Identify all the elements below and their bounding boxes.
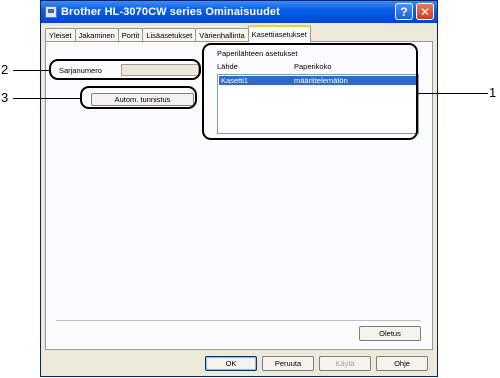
cancel-button[interactable]: Peruuta: [262, 356, 314, 371]
tab-tray-settings[interactable]: Kasettiasetukset: [247, 25, 311, 42]
callout-box-autodetect: [80, 86, 197, 109]
divider: [56, 320, 421, 321]
ok-button[interactable]: OK: [205, 356, 257, 371]
callout-number-3: 3: [1, 90, 9, 105]
tab-sharing[interactable]: Jakaminen: [74, 28, 119, 42]
callout-line-1: [418, 93, 488, 94]
callout-line-3: [13, 98, 80, 99]
callout-box-serial: [49, 59, 201, 80]
help-button[interactable]: Ohje: [376, 356, 428, 371]
tab-ports[interactable]: Portit: [117, 28, 144, 42]
tab-color-management[interactable]: Värienhallinta: [195, 28, 249, 42]
title-bar: Brother HL-3070CW series Ominaisuudet ? …: [41, 1, 437, 23]
tab-advanced[interactable]: Lisäasetukset: [142, 28, 197, 42]
callout-line-2: [13, 70, 49, 71]
defaults-button[interactable]: Oletus: [359, 326, 421, 341]
callout-box-paper-source: [202, 43, 418, 140]
apply-button[interactable]: Käytä: [319, 356, 371, 371]
tab-strip: Yleiset Jakaminen Portit Lisäasetukset V…: [45, 25, 311, 42]
callout-number-2: 2: [1, 62, 9, 77]
callout-number-1: 1: [489, 85, 497, 100]
tab-general[interactable]: Yleiset: [45, 28, 76, 42]
help-title-button[interactable]: ?: [395, 3, 413, 20]
window-title: Brother HL-3070CW series Ominaisuudet: [61, 6, 280, 18]
close-button[interactable]: ✕: [416, 3, 434, 20]
printer-icon: [45, 6, 57, 18]
